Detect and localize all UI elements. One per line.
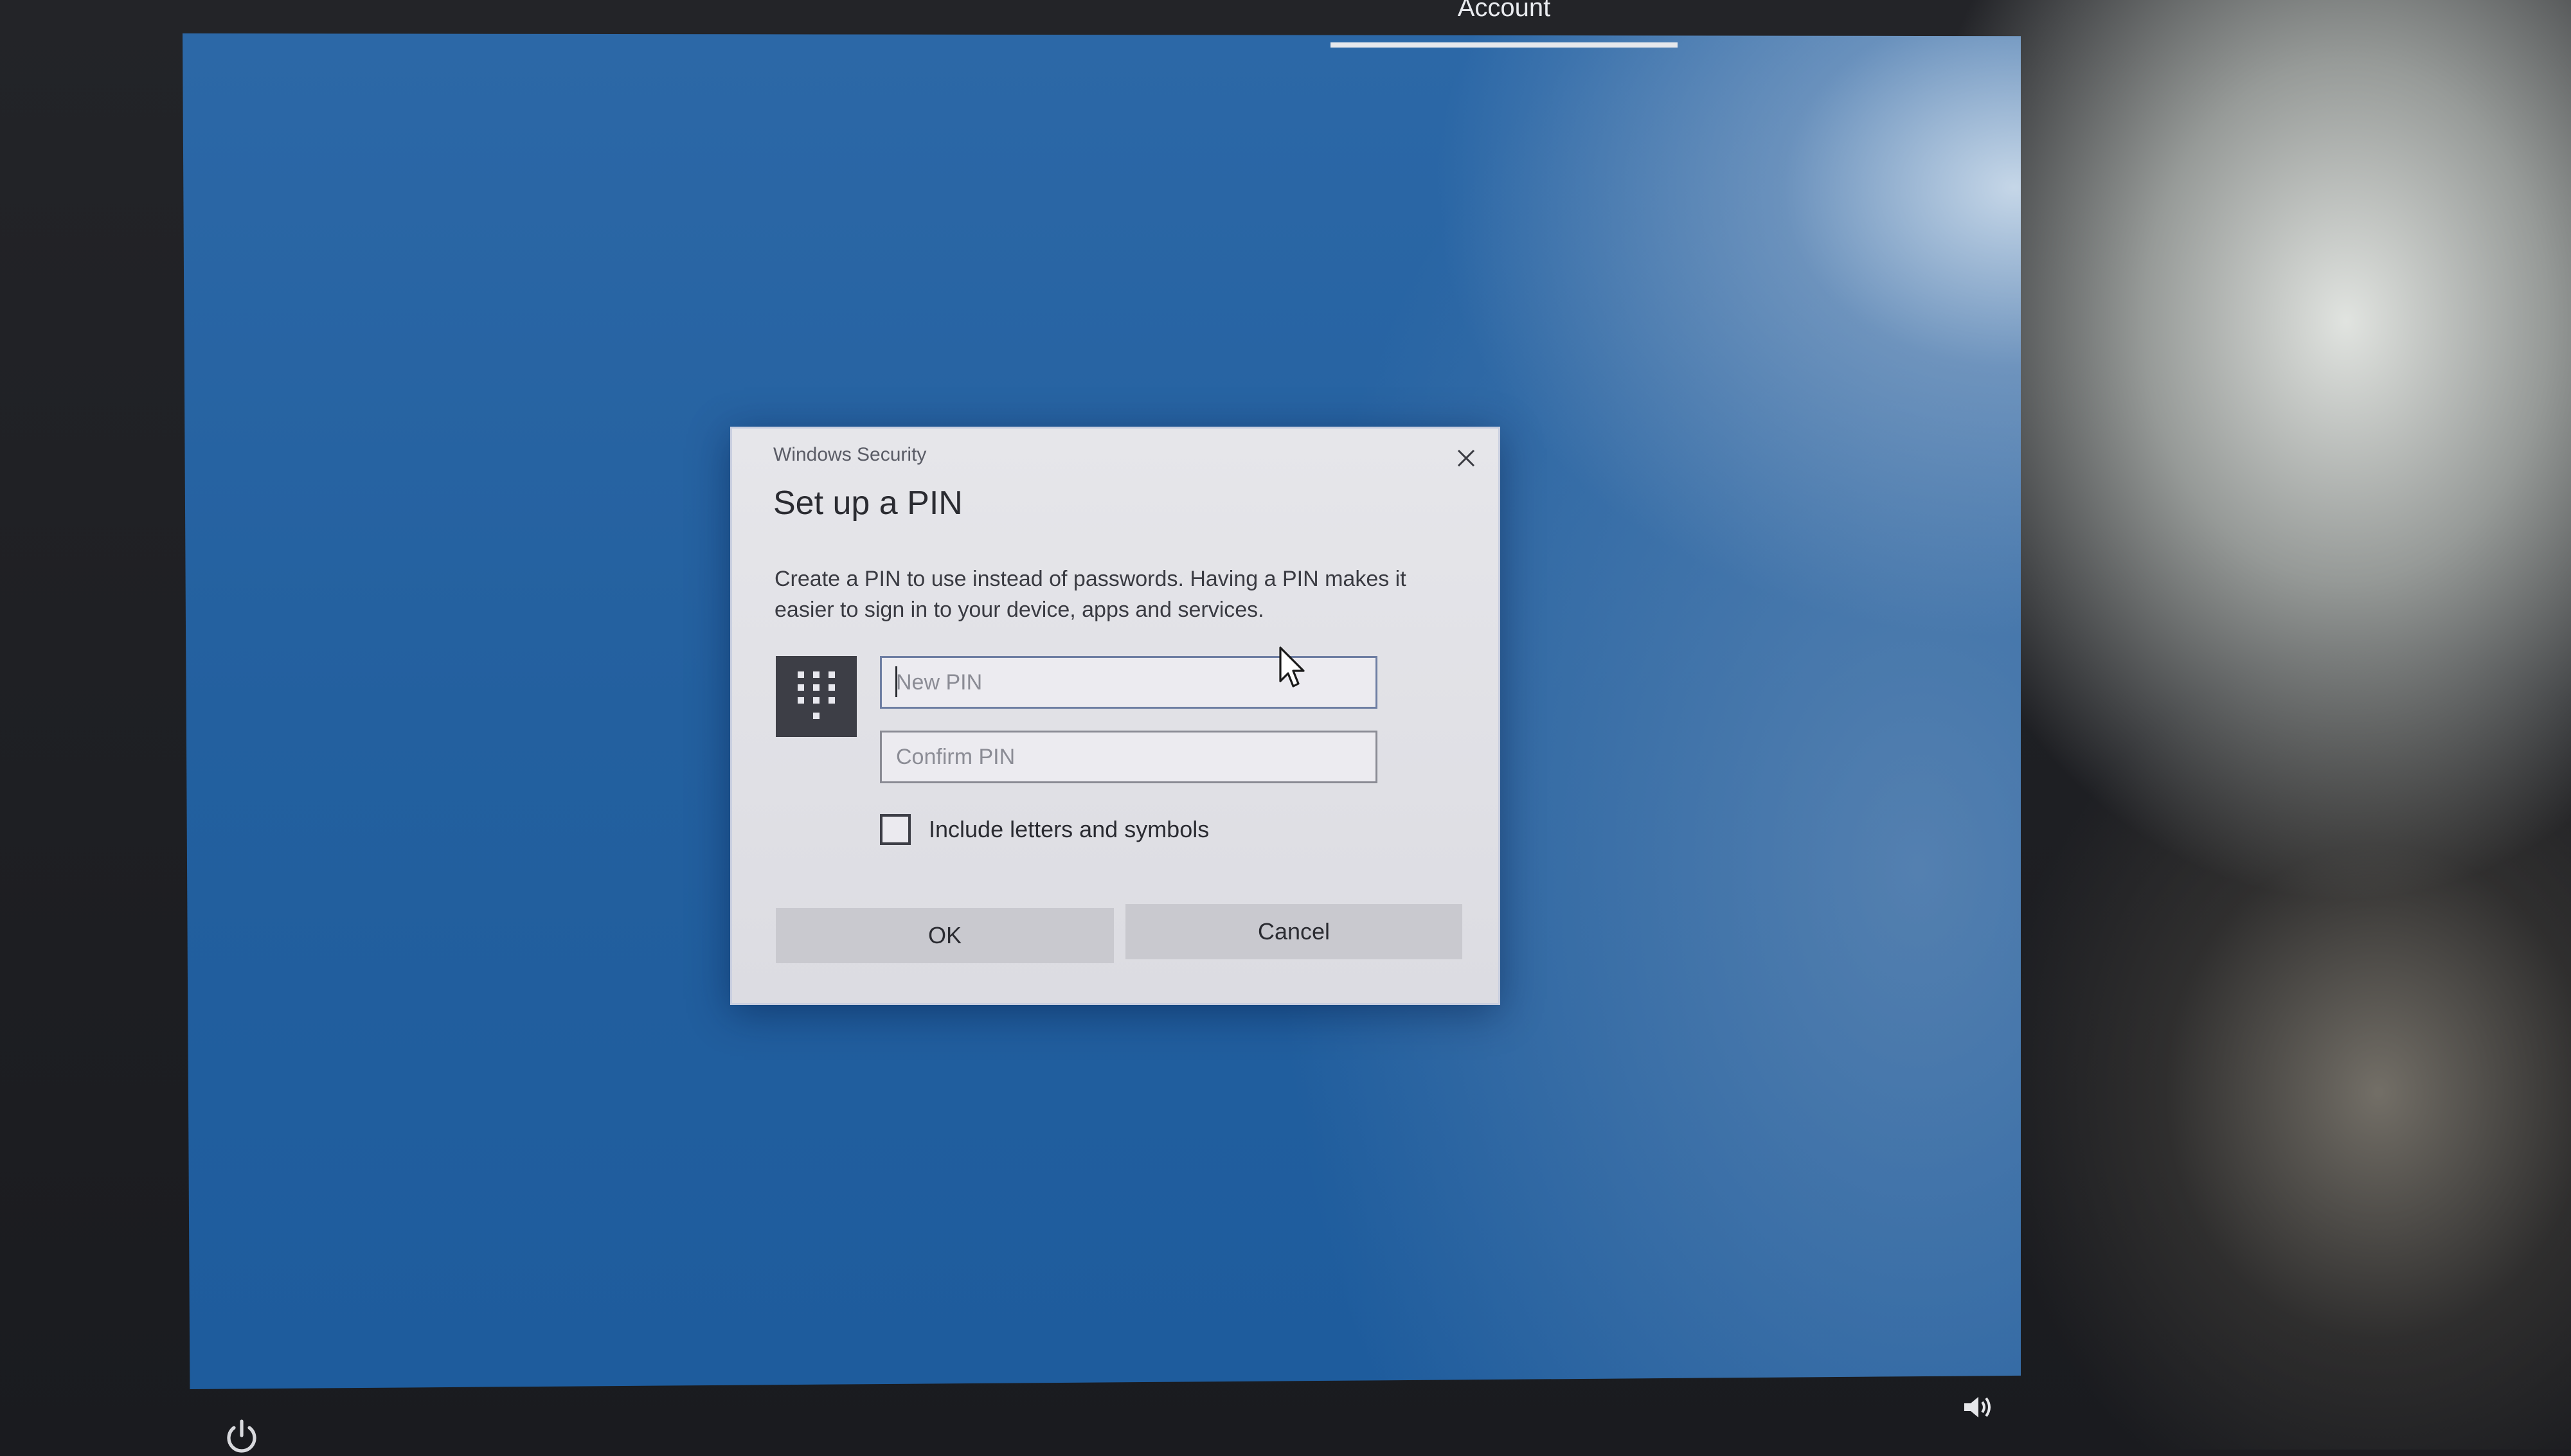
close-icon <box>1457 449 1475 467</box>
text-caret <box>895 666 897 697</box>
confirm-pin-input[interactable] <box>880 731 1377 783</box>
ok-button[interactable]: OK <box>776 908 1114 963</box>
include-letters-symbols-checkbox-row[interactable]: Include letters and symbols <box>880 814 1209 845</box>
dialog-title: Set up a PIN <box>773 484 963 522</box>
include-letters-symbols-checkbox[interactable] <box>880 814 911 845</box>
tab-account-label: Account <box>1457 0 1551 22</box>
power-icon[interactable] <box>222 1417 261 1456</box>
dialog-description: Create a PIN to use instead of passwords… <box>775 567 1406 622</box>
keypad-icon <box>776 656 857 737</box>
set-up-pin-dialog: Windows Security Set up a PIN Create a P… <box>730 427 1500 1005</box>
cancel-button[interactable]: Cancel <box>1125 904 1462 959</box>
mouse-cursor-icon <box>1279 646 1305 688</box>
tab-active-indicator <box>1330 42 1678 48</box>
volume-icon[interactable] <box>1962 1393 1994 1421</box>
dialog-source-label: Windows Security <box>773 444 927 465</box>
close-button[interactable] <box>1448 440 1484 476</box>
tab-account[interactable]: Account <box>1330 0 1678 48</box>
include-letters-symbols-label: Include letters and symbols <box>929 816 1210 842</box>
